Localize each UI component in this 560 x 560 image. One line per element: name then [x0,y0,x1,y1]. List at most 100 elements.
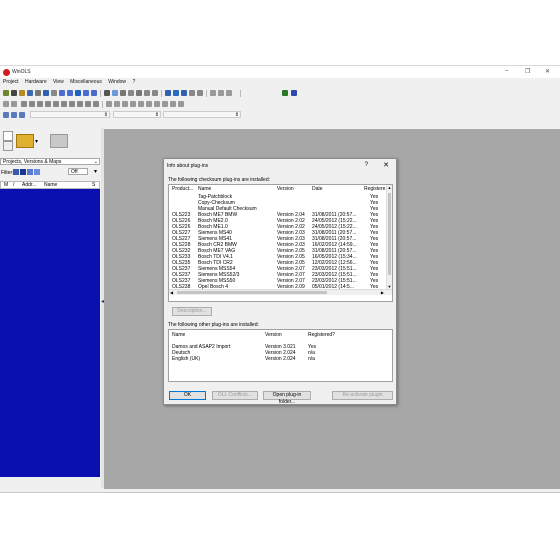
col-slash[interactable]: / [13,182,14,188]
map-list[interactable] [0,189,100,477]
other-plugin-row[interactable]: English (UK) Version 2.024 n/a [169,356,384,362]
open-icon[interactable] [11,90,17,96]
filter-type-icon[interactable] [20,169,26,175]
view-text-icon[interactable] [112,90,118,96]
home-icon[interactable] [173,90,179,96]
columns-icon[interactable] [170,101,176,107]
filter-mode-icon[interactable] [13,169,19,175]
view-3d-icon[interactable] [128,90,134,96]
dll-conflicts-button[interactable]: DLL Conflicts... [212,391,258,400]
increase-icon[interactable] [45,101,51,107]
cut-icon[interactable] [21,101,27,107]
menu-view[interactable]: View [53,79,64,85]
map-icon[interactable] [136,90,142,96]
hilo-icon[interactable] [162,101,168,107]
nav-last-icon[interactable] [91,90,97,96]
mode-icon[interactable] [3,112,9,118]
chevron-down-icon[interactable]: ▾ [94,168,97,175]
fill-icon[interactable] [77,101,83,107]
save-icon[interactable] [27,90,33,96]
smooth-icon[interactable] [85,101,91,107]
chevron-down-icon[interactable]: ▾ [35,138,38,145]
horizontal-scrollbar[interactable]: ◀ ▶ [169,289,392,295]
menu-window[interactable]: Window [108,79,126,85]
redo-icon[interactable] [11,101,17,107]
grid-icon[interactable] [218,90,224,96]
open-plugin-folder-button[interactable]: Open plug-in folder... [263,391,311,405]
mode3-icon[interactable] [19,112,25,118]
forward-icon[interactable] [181,90,187,96]
col-s[interactable]: S [92,182,95,188]
col-address[interactable]: Addr... [22,182,36,188]
col-version[interactable]: Version [265,332,305,338]
hscroll-thumb[interactable] [177,291,327,294]
menu-hardware[interactable]: Hardware [25,79,47,85]
nav-stop-icon[interactable] [75,90,81,96]
description-button[interactable]: Description... [172,307,212,316]
search-icon[interactable] [189,90,195,96]
nav-first-icon[interactable] [59,90,65,96]
new-file-icon[interactable] [3,131,13,141]
folder-icon[interactable] [19,90,25,96]
goto-icon[interactable] [197,90,203,96]
scroll-up-icon[interactable]: ▲ [387,185,392,190]
filter-color-icon[interactable] [27,169,33,175]
percent-icon[interactable] [61,101,67,107]
menu-project[interactable]: Project [3,79,19,85]
maximize-icon[interactable]: ❐ [525,68,530,75]
compare-icon[interactable] [144,90,150,96]
view-2d-icon[interactable] [104,90,110,96]
set-value-icon[interactable] [69,101,75,107]
col-name[interactable]: Name [172,332,252,338]
col-version[interactable]: Version [277,186,307,192]
scroll-right-icon[interactable]: ▶ [381,290,384,295]
word-mode-icon[interactable] [138,101,144,107]
offset-select[interactable]: ⇕ [163,111,241,118]
vertical-scrollbar[interactable]: ▲ ▼ [386,185,392,289]
copy-icon[interactable] [29,101,35,107]
filter-select[interactable]: Off [68,168,88,175]
help-context-icon[interactable] [291,90,297,96]
width-icon[interactable] [178,101,184,107]
scroll-thumb[interactable] [388,193,391,275]
help-icon[interactable]: ? [365,162,368,168]
menu-miscellaneous[interactable]: Miscellaneous [70,79,102,85]
col-registered[interactable]: Registere... [364,186,386,192]
col-registered[interactable]: Registered? [308,332,348,338]
filter-flag-icon[interactable] [34,169,40,175]
new-project-icon[interactable] [3,90,9,96]
reactivate-plugin-button[interactable]: Re-activate plugin [332,391,393,400]
print-icon[interactable] [35,90,41,96]
import-icon[interactable] [43,90,49,96]
other-plugin-list[interactable]: Name Version Registered? Damos and ASAP2… [168,329,393,382]
checksum-plugin-list[interactable]: Product... Name Version Date Registere..… [168,184,393,302]
byte-mode-icon[interactable] [130,101,136,107]
open-file-icon[interactable] [3,141,13,151]
col-date[interactable]: Date [312,186,352,192]
ok-button[interactable]: OK [169,391,206,400]
key-icon[interactable] [282,90,288,96]
col-product[interactable]: Product... [172,186,196,192]
float-mode-icon[interactable] [146,101,152,107]
col-name[interactable]: Name [44,182,57,188]
undo-icon[interactable] [3,101,9,107]
minimize-icon[interactable]: – [505,68,508,74]
nav-next-icon[interactable] [83,90,89,96]
back-icon[interactable] [165,90,171,96]
display-select[interactable]: ⇕ [113,111,161,118]
paste-icon[interactable] [37,101,43,107]
signed-icon[interactable] [154,101,160,107]
options-icon[interactable] [226,90,232,96]
mode2-icon[interactable] [11,112,17,118]
projects-dropdown[interactable]: Projects, Versions & Maps ⌄ [0,158,100,165]
menu-help[interactable]: ? [132,79,135,85]
interpolate-icon[interactable] [93,101,99,107]
select-icon[interactable] [152,90,158,96]
view-hex-icon[interactable] [120,90,126,96]
datatype-select[interactable]: ⇕ [30,111,110,118]
close-icon[interactable]: ✕ [383,161,389,169]
dec-mode-icon[interactable] [114,101,120,107]
nav-prev-icon[interactable] [67,90,73,96]
col-marker[interactable]: M [4,182,8,188]
export-grid-icon[interactable] [50,134,68,148]
